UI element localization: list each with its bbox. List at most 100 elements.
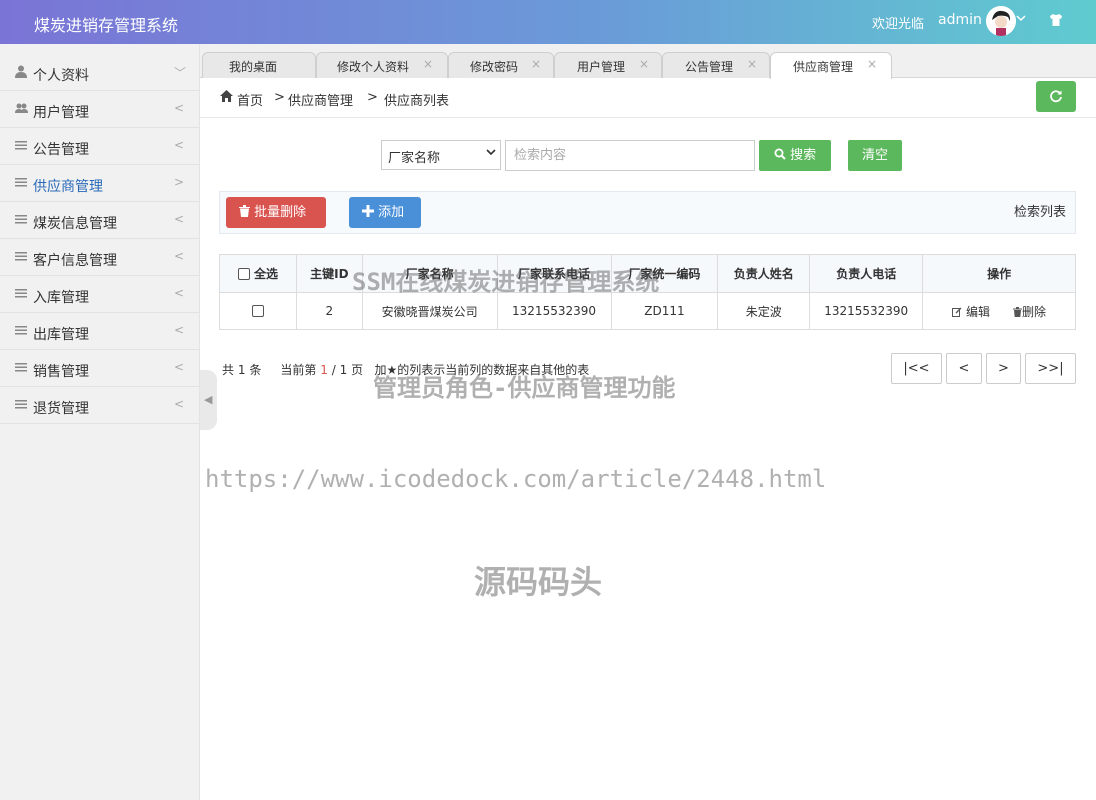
chevron-left-icon: < xyxy=(174,323,185,337)
caret-left-icon: ◀ xyxy=(204,393,213,406)
batch-delete-button[interactable]: 批量删除 xyxy=(226,197,326,228)
user-name[interactable]: admin xyxy=(938,12,982,28)
chevron-left-icon: < xyxy=(174,101,185,115)
top-header: 煤炭进销存管理系统 欢迎光临 admin xyxy=(0,0,1096,44)
watermark-url: https://www.icodedock.com/article/2448.h… xyxy=(205,465,827,493)
sidebar-item-notices[interactable]: 公告管理 < xyxy=(0,128,200,165)
sidebar-item-label: 用户管理 xyxy=(33,105,89,121)
chevron-down-icon[interactable] xyxy=(1015,12,1027,27)
page-separator: / xyxy=(331,363,336,377)
sidebar-collapse-handle[interactable]: ◀ xyxy=(200,370,217,430)
add-label: 添加 xyxy=(378,205,405,220)
watermark-subtitle: 管理员角色-供应商管理功能 xyxy=(373,374,676,402)
tab-label: 用户管理 xyxy=(577,60,626,74)
current-prefix: 当前第 xyxy=(280,363,317,377)
first-page-button[interactable]: |<< xyxy=(891,353,942,384)
row-checkbox[interactable] xyxy=(251,305,264,317)
sidebar-item-returns[interactable]: 退货管理 < xyxy=(0,387,200,424)
delete-label: 删除 xyxy=(1021,304,1046,319)
column-header-actions: 操作 xyxy=(922,254,1076,293)
tab-notice-management[interactable]: 公告管理 × xyxy=(662,52,770,78)
close-icon[interactable]: × xyxy=(423,57,433,71)
search-icon xyxy=(774,148,786,160)
list-title: 检索列表 xyxy=(1014,205,1067,220)
batch-delete-label: 批量删除 xyxy=(254,205,307,220)
close-icon[interactable]: × xyxy=(639,57,649,71)
add-button[interactable]: 添加 xyxy=(349,197,421,228)
total-suffix: 条 xyxy=(249,363,262,377)
tab-desktop[interactable]: 我的桌面 xyxy=(202,52,316,78)
sidebar-item-customers[interactable]: 客户信息管理 < xyxy=(0,239,200,276)
select-all-checkbox[interactable] xyxy=(237,268,250,280)
tab-edit-profile[interactable]: 修改个人资料 × xyxy=(316,52,448,78)
tab-change-password[interactable]: 修改密码 × xyxy=(448,52,554,78)
prev-page-button[interactable]: < xyxy=(946,353,982,384)
sidebar-item-users[interactable]: 用户管理 < xyxy=(0,91,200,128)
cell-phone: 13215532390 xyxy=(496,292,612,330)
sidebar-item-stock-out[interactable]: 出库管理 < xyxy=(0,313,200,350)
chevron-down-icon xyxy=(486,147,496,160)
sidebar-item-label: 客户信息管理 xyxy=(33,253,117,269)
tab-label: 修改个人资料 xyxy=(337,60,410,74)
tab-label: 供应商管理 xyxy=(793,60,854,74)
sidebar-item-coal-info[interactable]: 煤炭信息管理 < xyxy=(0,202,200,239)
edit-link[interactable]: 编辑 xyxy=(952,305,994,319)
breadcrumb: 首页 > 供应商管理 > 供应商列表 xyxy=(200,78,1096,118)
sidebar-item-suppliers[interactable]: 供应商管理 > xyxy=(0,165,200,202)
home-icon xyxy=(220,90,233,105)
sidebar-item-label: 退货管理 xyxy=(33,401,89,417)
chevron-down-icon: ﹀ xyxy=(174,66,187,80)
breadcrumb-home[interactable]: 首页 xyxy=(237,90,263,109)
edit-icon xyxy=(952,307,962,317)
close-icon[interactable]: × xyxy=(867,57,877,71)
pages-suffix: 页 xyxy=(351,363,364,377)
sidebar-item-label: 个人资料 xyxy=(33,68,89,84)
cell-contact-phone: 13215532390 xyxy=(809,292,924,330)
tab-label: 我的桌面 xyxy=(229,60,278,74)
column-header-contact-phone: 负责人电话 xyxy=(809,254,924,293)
close-icon[interactable]: × xyxy=(747,57,757,71)
breadcrumb-separator: > xyxy=(367,90,378,105)
list-icon xyxy=(15,324,29,338)
list-icon xyxy=(15,176,29,190)
breadcrumb-separator: > xyxy=(274,90,285,105)
next-page-button[interactable]: > xyxy=(986,353,1021,384)
select-all-header[interactable]: 全选 xyxy=(219,254,297,293)
tab-label: 公告管理 xyxy=(685,60,734,74)
list-icon xyxy=(15,250,29,264)
total-count: 1 xyxy=(237,363,246,377)
watermark-brand: 源码码头 xyxy=(474,563,603,601)
breadcrumb-supplier-management[interactable]: 供应商管理 xyxy=(288,90,353,109)
sidebar-item-label: 出库管理 xyxy=(33,327,89,343)
sidebar-item-sales[interactable]: 销售管理 < xyxy=(0,350,200,387)
cell-name: 安徽晓晋煤炭公司 xyxy=(361,292,498,330)
trash-icon xyxy=(1012,306,1022,317)
sidebar-item-profile[interactable]: 个人资料 ﹀ xyxy=(0,54,200,91)
chevron-left-icon: < xyxy=(174,249,185,263)
delete-link[interactable]: 删除 xyxy=(1012,304,1046,319)
sidebar-item-label: 供应商管理 xyxy=(33,179,103,195)
sidebar-item-stock-in[interactable]: 入库管理 < xyxy=(0,276,200,313)
search-input[interactable] xyxy=(505,140,755,171)
total-prefix: 共 xyxy=(222,363,235,377)
search-field-select[interactable]: 厂家名称 xyxy=(381,140,501,170)
watermark-title: SSM在线煤炭进销存管理系统 xyxy=(352,268,660,296)
tab-supplier-management[interactable]: 供应商管理 × xyxy=(770,52,892,79)
avatar[interactable] xyxy=(986,6,1016,36)
sidebar-item-label: 煤炭信息管理 xyxy=(33,216,117,232)
tshirt-icon[interactable] xyxy=(1048,12,1064,32)
refresh-button[interactable] xyxy=(1036,81,1076,112)
chevron-left-icon: < xyxy=(174,360,185,374)
last-page-button[interactable]: >>| xyxy=(1025,353,1076,384)
tab-bar: 我的桌面 修改个人资料 × 修改密码 × 用户管理 × 公告管理 × 供应商管理… xyxy=(200,44,1096,79)
tab-user-management[interactable]: 用户管理 × xyxy=(554,52,662,78)
sidebar-item-label: 入库管理 xyxy=(33,290,89,306)
edit-label: 编辑 xyxy=(966,304,991,319)
list-toolbar: 批量删除 添加 检索列表 xyxy=(219,191,1076,234)
close-icon[interactable]: × xyxy=(531,57,541,71)
clear-button[interactable]: 清空 xyxy=(848,140,902,171)
clear-button-label: 清空 xyxy=(861,148,888,163)
search-button[interactable]: 搜索 xyxy=(759,140,831,171)
chevron-left-icon: < xyxy=(174,138,185,152)
chevron-right-icon: > xyxy=(174,175,185,189)
